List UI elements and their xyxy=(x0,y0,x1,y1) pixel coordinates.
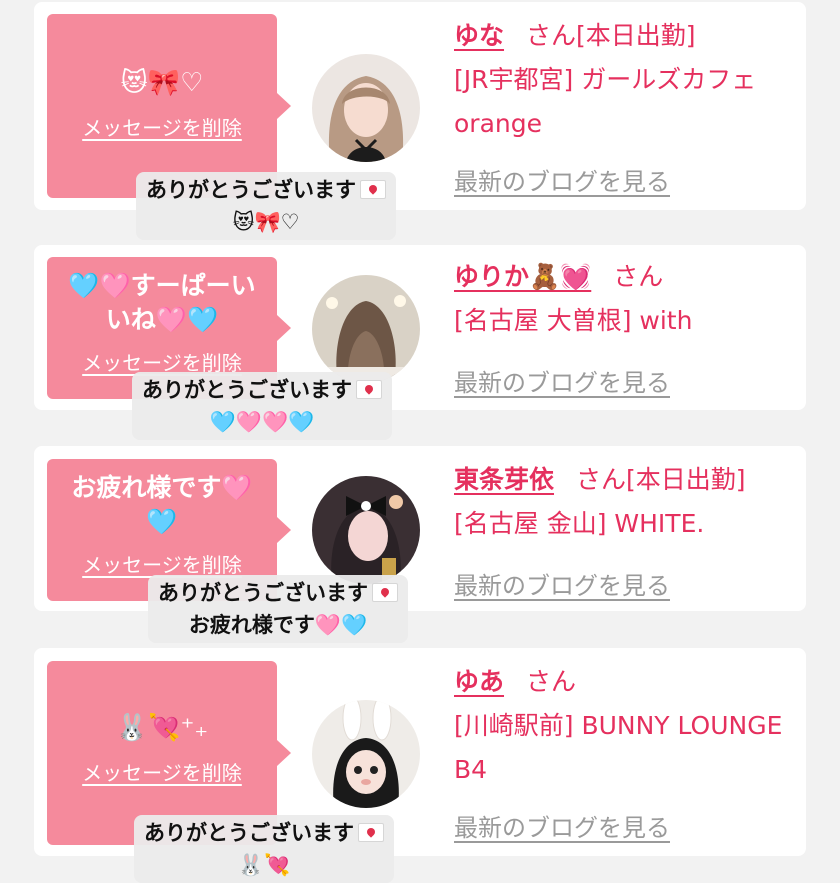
shop-label: [名古屋 大曽根] with xyxy=(454,306,693,335)
honorific-status: さん[本日出勤] xyxy=(576,465,746,494)
avatar-girl-bow-thumbs-up-icon xyxy=(312,476,420,584)
cast-name-link[interactable]: ゆな xyxy=(454,21,504,50)
avatar-bunny-ears-icon xyxy=(312,700,420,808)
cast-info: ゆな さん[本日出勤] [JR宇都宮] ガールズカフェorange xyxy=(454,14,799,146)
love-letter-icon xyxy=(358,823,384,842)
avatar-long-wavy-hair-icon xyxy=(312,275,420,383)
video-caption: ありがとうございます 🩵🩷🩷🩵 xyxy=(132,372,392,440)
avatar[interactable] xyxy=(312,54,420,162)
shop-label: [名古屋 金山] WHITE. xyxy=(454,509,705,538)
cast-info: 東条芽依 さん[本日出勤] [名古屋 金山] WHITE. xyxy=(454,458,799,546)
honorific-status: さん xyxy=(526,667,577,696)
caption-line-1: ありがとうございます xyxy=(158,581,368,605)
caption-line-1: ありがとうございます xyxy=(142,378,352,402)
caption-line-2: 🐰💘 xyxy=(237,853,291,877)
love-letter-icon xyxy=(356,380,382,399)
video-caption: ありがとうございます お疲れ様です🩷🩵 xyxy=(148,575,408,643)
love-letter-icon xyxy=(360,180,386,199)
honorific-status: さん xyxy=(613,262,664,291)
love-letter-icon xyxy=(372,583,398,602)
cast-name-link[interactable]: ゆあ xyxy=(454,667,504,696)
honorific-status: さん[本日出勤] xyxy=(526,21,696,50)
caption-line-2: 🩵🩷🩷🩵 xyxy=(209,410,315,434)
avatar[interactable] xyxy=(312,700,420,808)
message-text: 🩵🩷すーぱーいいね🩷🩵 xyxy=(68,271,256,334)
message-text: 🐰💘⁺₊ xyxy=(115,713,209,743)
caption-line-1: ありがとうございます xyxy=(144,821,354,845)
caption-line-2: お疲れ様です🩷🩵 xyxy=(188,613,368,637)
latest-blog-link[interactable]: 最新のブログを見る xyxy=(454,808,670,843)
cast-info: ゆりか🧸💓 さん [名古屋 大曽根] with xyxy=(454,255,799,343)
delete-message-link[interactable]: メッセージを削除 xyxy=(82,549,242,578)
message-text: 😻🎀♡ xyxy=(120,68,204,98)
delete-message-link[interactable]: メッセージを削除 xyxy=(82,757,242,786)
cast-name-link[interactable]: ゆりか🧸💓 xyxy=(454,262,591,291)
cast-info: ゆあ さん [川崎駅前] BUNNY LOUNGE B4 xyxy=(454,660,799,792)
cast-name-link[interactable]: 東条芽依 xyxy=(454,465,554,494)
latest-blog-link[interactable]: 最新のブログを見る xyxy=(454,566,670,601)
video-caption: ありがとうございます 🐰💘 xyxy=(134,815,394,883)
caption-line-1: ありがとうございます xyxy=(146,178,356,202)
video-caption: ありがとうございます 😻🎀♡ xyxy=(136,172,396,240)
message-bubble: 😻🎀♡ メッセージを削除 xyxy=(47,14,291,198)
latest-blog-link[interactable]: 最新のブログを見る xyxy=(454,162,670,197)
shop-label: [川崎駅前] BUNNY LOUNGE B4 xyxy=(454,711,783,784)
avatar-girl-blonde-hair-icon xyxy=(312,54,420,162)
caption-line-2: 😻🎀♡ xyxy=(232,210,300,234)
message-text: お疲れ様です🩷🩵 xyxy=(71,473,253,536)
latest-blog-link[interactable]: 最新のブログを見る xyxy=(454,363,670,398)
avatar[interactable] xyxy=(312,275,420,383)
message-list: 😻🎀♡ メッセージを削除 ゆな さん[本日出勤] [JR宇都宮] ガールズカフェo… xyxy=(0,0,840,883)
delete-message-link[interactable]: メッセージを削除 xyxy=(82,112,242,141)
avatar[interactable] xyxy=(312,476,420,584)
shop-label: [JR宇都宮] ガールズカフェorange xyxy=(454,65,757,138)
